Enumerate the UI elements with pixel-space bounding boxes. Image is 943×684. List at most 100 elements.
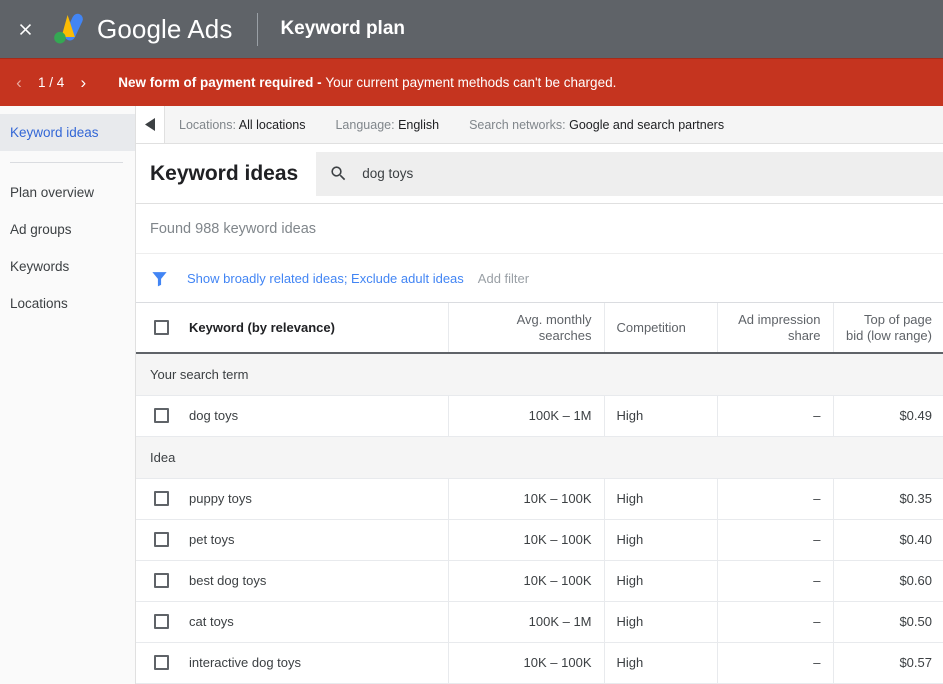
active-filters-link[interactable]: Show broadly related ideas; Exclude adul…: [187, 271, 464, 286]
filter-search-networks-value: Google and search partners: [569, 118, 724, 132]
filter-locations-label: Locations:: [179, 118, 236, 132]
cell-top-of-page-bid: $0.60: [833, 560, 943, 601]
column-header-keyword[interactable]: Keyword (by relevance): [136, 303, 448, 353]
row-checkbox[interactable]: [154, 614, 169, 629]
cell-ad-impression-share: –: [717, 642, 833, 683]
keyword-ideas-table: Keyword (by relevance) Avg. monthly sear…: [136, 303, 943, 684]
cell-top-of-page-bid: $0.49: [833, 395, 943, 436]
table-group-header: Your search term: [136, 353, 943, 395]
cell-keyword[interactable]: pet toys: [136, 519, 448, 560]
alert-detail: Your current payment methods can't be ch…: [325, 75, 616, 90]
cell-keyword[interactable]: dog toys: [136, 395, 448, 436]
keyword-text: pet toys: [189, 532, 235, 547]
table-row[interactable]: pet toys 10K – 100K High – $0.40: [136, 519, 943, 560]
filter-search-networks[interactable]: Search networks: Google and search partn…: [469, 118, 724, 132]
cell-ad-impression-share: –: [717, 519, 833, 560]
keyword-table-container[interactable]: Keyword (by relevance) Avg. monthly sear…: [136, 302, 943, 684]
cell-avg-monthly-searches: 10K – 100K: [448, 519, 604, 560]
cell-ad-impression-share: –: [717, 560, 833, 601]
filter-search-networks-label: Search networks:: [469, 118, 566, 132]
chevron-left-icon[interactable]: ‹: [6, 70, 32, 96]
main-content: Locations: All locations Language: Engli…: [136, 106, 943, 684]
cell-top-of-page-bid: $0.57: [833, 642, 943, 683]
page-title: Keyword plan: [280, 18, 405, 40]
cell-ad-impression-share: –: [717, 601, 833, 642]
cell-competition: High: [604, 519, 717, 560]
table-row[interactable]: cat toys 100K – 1M High – $0.50: [136, 601, 943, 642]
row-checkbox[interactable]: [154, 491, 169, 506]
add-filter-button[interactable]: Add filter: [478, 271, 529, 286]
filter-language[interactable]: Language: English: [335, 118, 439, 132]
cell-keyword[interactable]: best dog toys: [136, 560, 448, 601]
cell-competition: High: [604, 395, 717, 436]
cell-avg-monthly-searches: 100K – 1M: [448, 601, 604, 642]
payment-alert-banner: ‹ 1 / 4 › New form of payment required -…: [0, 58, 943, 106]
alert-counter: 1 / 4: [32, 75, 70, 90]
cell-competition: High: [604, 560, 717, 601]
targeting-filter-strip: Locations: All locations Language: Engli…: [136, 106, 943, 144]
sidebar-item-keyword-ideas[interactable]: Keyword ideas: [0, 114, 135, 151]
cell-competition: High: [604, 642, 717, 683]
cell-top-of-page-bid: $0.40: [833, 519, 943, 560]
cell-keyword[interactable]: interactive dog toys: [136, 642, 448, 683]
filter-locations[interactable]: Locations: All locations: [179, 118, 305, 132]
table-row[interactable]: best dog toys 10K – 100K High – $0.60: [136, 560, 943, 601]
select-all-checkbox[interactable]: [154, 320, 169, 335]
row-checkbox[interactable]: [154, 408, 169, 423]
column-header-avg-monthly-searches[interactable]: Avg. monthly searches: [448, 303, 604, 353]
cell-avg-monthly-searches: 10K – 100K: [448, 560, 604, 601]
cell-keyword[interactable]: puppy toys: [136, 478, 448, 519]
search-icon: [329, 164, 348, 183]
keyword-text: dog toys: [189, 408, 238, 423]
alert-message: New form of payment required - Your curr…: [118, 75, 616, 90]
app-header: Google Ads Keyword plan: [0, 0, 943, 58]
table-row[interactable]: interactive dog toys 10K – 100K High – $…: [136, 642, 943, 683]
chevron-right-icon[interactable]: ›: [70, 70, 96, 96]
table-row[interactable]: puppy toys 10K – 100K High – $0.35: [136, 478, 943, 519]
keyword-ideas-header: Keyword ideas dog toys: [136, 144, 943, 204]
column-header-top-of-page-bid[interactable]: Top of page bid (low range): [833, 303, 943, 353]
row-checkbox[interactable]: [154, 532, 169, 547]
sidebar-nav: Keyword ideas Plan overview Ad groups Ke…: [0, 106, 136, 684]
search-input-value: dog toys: [362, 166, 413, 181]
sidebar-item-locations[interactable]: Locations: [0, 285, 135, 322]
row-checkbox[interactable]: [154, 655, 169, 670]
keyword-text: interactive dog toys: [189, 655, 301, 670]
sidebar-item-keywords[interactable]: Keywords: [0, 248, 135, 285]
keyword-text: best dog toys: [189, 573, 266, 588]
filter-locations-value: All locations: [239, 118, 306, 132]
keyword-text: puppy toys: [189, 491, 252, 506]
cell-ad-impression-share: –: [717, 478, 833, 519]
cell-top-of-page-bid: $0.50: [833, 601, 943, 642]
column-header-ad-impression-share[interactable]: Ad impression share: [717, 303, 833, 353]
section-title: Keyword ideas: [136, 162, 316, 186]
cell-avg-monthly-searches: 10K – 100K: [448, 478, 604, 519]
header-divider: [257, 13, 258, 46]
table-row[interactable]: dog toys 100K – 1M High – $0.49: [136, 395, 943, 436]
search-input[interactable]: dog toys: [316, 152, 943, 196]
sidebar-item-plan-overview[interactable]: Plan overview: [0, 174, 135, 211]
table-group-label: Idea: [136, 436, 943, 478]
filter-funnel-icon[interactable]: [150, 269, 169, 288]
cell-ad-impression-share: –: [717, 395, 833, 436]
table-group-header: Idea: [136, 436, 943, 478]
table-group-label: Your search term: [136, 353, 943, 395]
alert-separator: -: [313, 75, 325, 90]
filter-row: Show broadly related ideas; Exclude adul…: [136, 254, 943, 302]
alert-headline: New form of payment required: [118, 75, 313, 90]
row-checkbox[interactable]: [154, 573, 169, 588]
table-header-row: Keyword (by relevance) Avg. monthly sear…: [136, 303, 943, 353]
sidebar-item-ad-groups[interactable]: Ad groups: [0, 211, 135, 248]
cell-top-of-page-bid: $0.35: [833, 478, 943, 519]
keyword-text: cat toys: [189, 614, 234, 629]
cell-avg-monthly-searches: 10K – 100K: [448, 642, 604, 683]
cell-keyword[interactable]: cat toys: [136, 601, 448, 642]
column-header-competition[interactable]: Competition: [604, 303, 717, 353]
sidebar-divider: [10, 162, 123, 163]
cell-avg-monthly-searches: 100K – 1M: [448, 395, 604, 436]
results-count: Found 988 keyword ideas: [136, 204, 943, 254]
close-icon[interactable]: [10, 14, 40, 44]
cell-competition: High: [604, 601, 717, 642]
triangle-left-icon[interactable]: [136, 106, 164, 143]
filter-language-label: Language:: [335, 118, 394, 132]
